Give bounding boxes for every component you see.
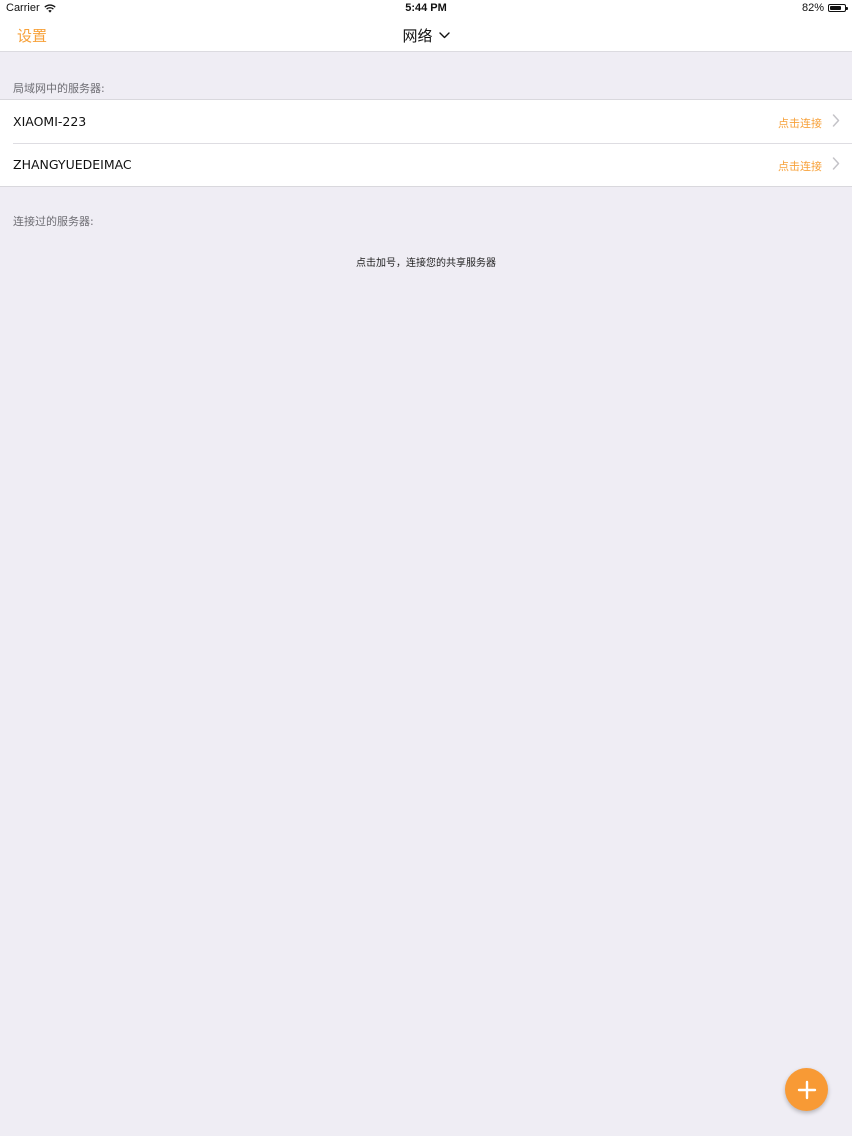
chevron-right-icon — [832, 114, 840, 127]
server-name: XIAOMI-223 — [13, 114, 87, 129]
status-time: 5:44 PM — [405, 2, 447, 14]
nav-bar: 设置 网络 — [0, 18, 852, 52]
battery-icon — [828, 4, 848, 12]
page-title: 网络 — [402, 27, 433, 45]
status-bar: Carrier 5:44 PM 82% — [0, 0, 852, 18]
lan-section-header: 局域网中的服务器: — [13, 82, 105, 95]
status-right: 82% — [801, 2, 848, 14]
server-row[interactable]: XIAOMI-223 点击连接 — [0, 100, 852, 143]
chevron-right-icon — [832, 157, 840, 170]
chevron-down-icon — [438, 32, 450, 39]
connect-link[interactable]: 点击连接 — [778, 158, 822, 174]
add-server-button[interactable] — [785, 1068, 828, 1111]
battery-fill — [830, 6, 842, 10]
nav-title-container: 网络 — [0, 25, 852, 46]
battery-percent: 82% — [801, 2, 824, 14]
server-row[interactable]: ZHANGYUEDEIMAC 点击连接 — [0, 143, 852, 186]
history-section-header: 连接过的服务器: — [13, 215, 94, 228]
connect-link[interactable]: 点击连接 — [778, 115, 822, 131]
server-list: XIAOMI-223 点击连接 ZHANGYUEDEIMAC 点击连接 — [0, 99, 852, 187]
server-name: ZHANGYUEDEIMAC — [13, 157, 132, 172]
network-dropdown[interactable]: 网络 — [402, 25, 450, 46]
plus-icon — [797, 1080, 817, 1100]
empty-hint: 点击加号，连接您的共享服务器 — [356, 258, 496, 269]
